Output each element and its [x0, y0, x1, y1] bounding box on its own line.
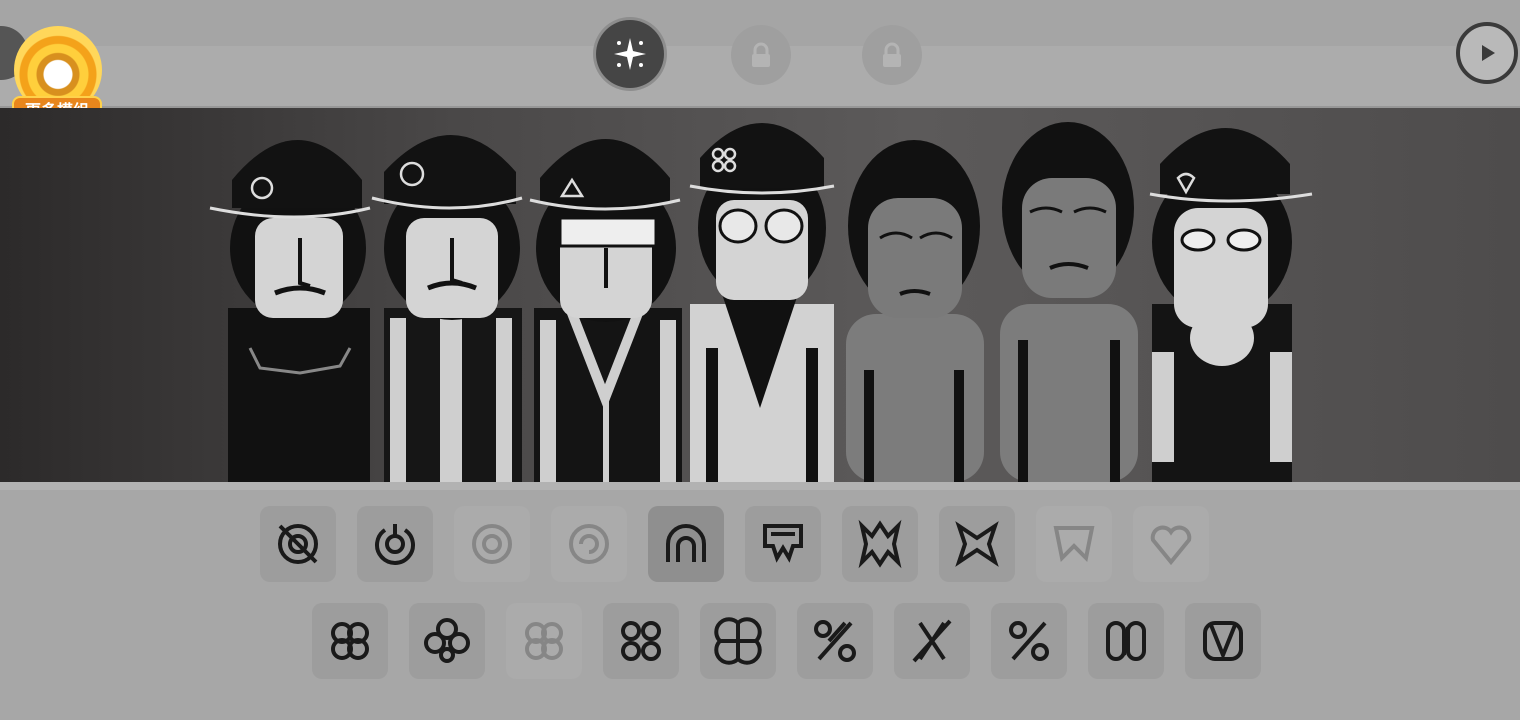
- character-5[interactable]: [846, 140, 984, 482]
- mode-button-sparkle[interactable]: [596, 20, 664, 88]
- lock-icon: [883, 42, 901, 67]
- mode-button-locked-1[interactable]: [731, 25, 791, 85]
- mode-button-locked-2[interactable]: [862, 25, 922, 85]
- ring-sound-icon[interactable]: [454, 506, 530, 582]
- flag-sound-icon[interactable]: [745, 506, 821, 582]
- character-3[interactable]: [529, 139, 682, 482]
- arch-sound-icon[interactable]: [648, 506, 724, 582]
- crossed-circle-sound-icon[interactable]: [260, 506, 336, 582]
- clover-sound-icon[interactable]: [312, 603, 388, 679]
- clover-faded-sound-icon[interactable]: [506, 603, 582, 679]
- clover-alt-sound-icon[interactable]: [409, 603, 485, 679]
- double-v-sound-icon[interactable]: [1185, 603, 1261, 679]
- heart-sound-icon[interactable]: [1133, 506, 1209, 582]
- character-4[interactable]: [689, 123, 835, 482]
- character-1[interactable]: [209, 140, 371, 482]
- play-button[interactable]: [1456, 22, 1518, 84]
- play-icon: [1482, 45, 1495, 61]
- percent-slash-sound-icon[interactable]: [991, 603, 1067, 679]
- percent-alt-sound-icon[interactable]: [894, 603, 970, 679]
- character-6[interactable]: [1000, 122, 1138, 482]
- quad-sound-icon[interactable]: [603, 603, 679, 679]
- double-o-sound-icon[interactable]: [1088, 603, 1164, 679]
- percent-sound-icon[interactable]: [797, 603, 873, 679]
- sparkle-icon: [614, 38, 646, 70]
- spike-sound-icon[interactable]: [842, 506, 918, 582]
- character-7[interactable]: [1149, 128, 1313, 482]
- crown-sound-icon[interactable]: [1036, 506, 1112, 582]
- quad-alt-sound-icon[interactable]: [700, 603, 776, 679]
- stage-floor: [0, 482, 1520, 490]
- power-circle-sound-icon[interactable]: [357, 506, 433, 582]
- spiral-sound-icon[interactable]: [551, 506, 627, 582]
- character-2[interactable]: [371, 135, 523, 482]
- character-stage: [0, 108, 1520, 482]
- bowtie-sound-icon[interactable]: [939, 506, 1015, 582]
- lock-icon: [752, 42, 770, 67]
